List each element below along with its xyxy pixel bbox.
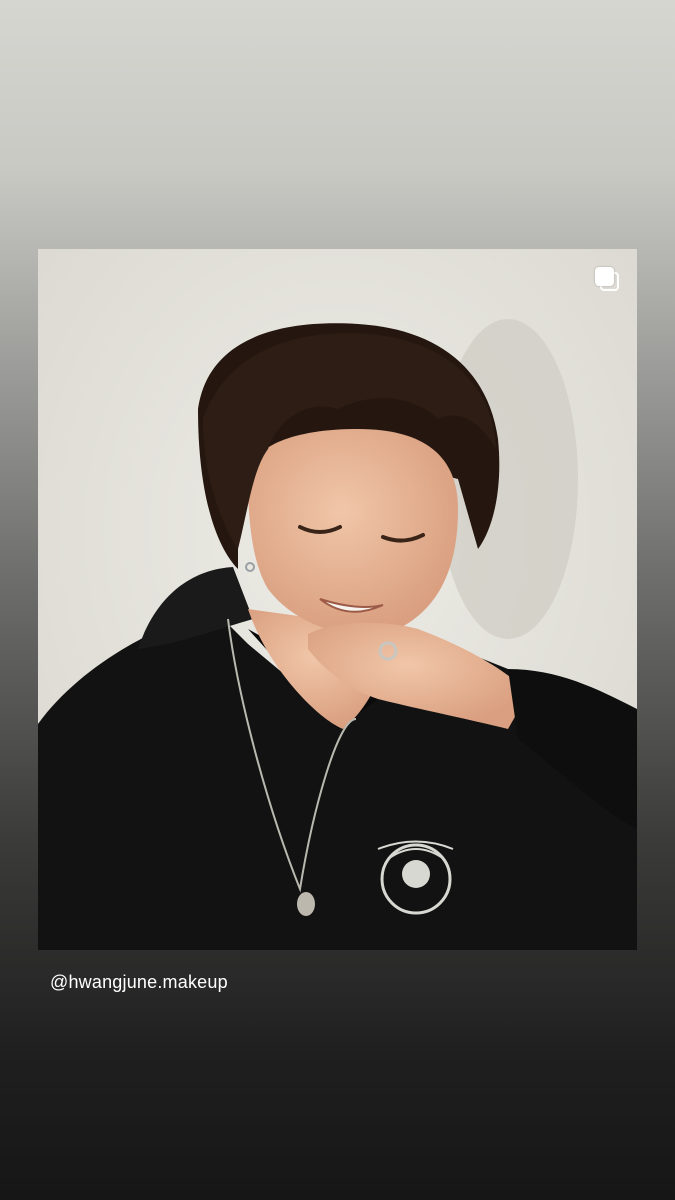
post-image	[38, 249, 637, 950]
carousel-icon	[595, 267, 621, 293]
story-view: @hwangjune.makeup	[0, 0, 675, 1200]
mention-link[interactable]: @hwangjune.makeup	[50, 972, 228, 993]
shared-post-photo[interactable]	[38, 249, 637, 950]
carousel-icon-front	[595, 267, 614, 286]
